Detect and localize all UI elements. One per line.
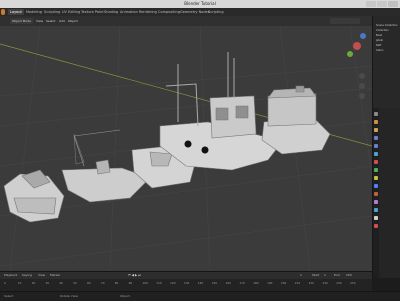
frame-tick-label: 210: [294, 281, 301, 285]
window-title-bar: Blender Tutorial: [0, 0, 400, 8]
end-frame-field[interactable]: 250: [346, 272, 352, 279]
properties-tab-icon[interactable]: [374, 128, 378, 132]
workspace-tabs-bar: Layout Modeling Sculpting UV Editing Tex…: [0, 8, 400, 16]
frame-ruler[interactable]: 0 10 20 30 40 50 60 70 80 90 100 110 120 130 140 150 160…: [0, 280, 372, 286]
outliner-item[interactable]: Raft: [376, 44, 381, 48]
properties-tab-icon[interactable]: [374, 200, 378, 204]
maximize-button[interactable]: [377, 1, 387, 7]
view-menu-timeline[interactable]: View: [38, 272, 45, 279]
viewport-shading-buttons[interactable]: [330, 18, 360, 24]
viewport-3d[interactable]: [0, 26, 372, 271]
tab-scripting[interactable]: Scripting: [206, 9, 226, 15]
start-label: Start: [312, 273, 320, 277]
outliner-item[interactable]: Boat: [376, 34, 382, 38]
properties-tab-icon[interactable]: [374, 144, 378, 148]
cabin-boat-model[interactable]: [261, 85, 331, 155]
frame-tick-label: 100: [142, 281, 148, 285]
frame-tick-label: 20: [31, 281, 36, 285]
properties-tab-icon[interactable]: [374, 112, 378, 116]
outliner-item[interactable]: Collection: [376, 29, 389, 33]
properties-tab-icon[interactable]: [374, 160, 378, 164]
properties-tab-icon[interactable]: [374, 224, 378, 228]
frame-tick-label: 180: [253, 281, 259, 285]
frame-tick-label: 40: [59, 281, 63, 285]
end-label: End: [334, 273, 340, 277]
frame-tick-label: 230: [322, 281, 328, 285]
frame-tick-label: 130: [184, 281, 190, 285]
frame-tick-label: 160: [225, 281, 231, 285]
fishing-boat-model[interactable]: [159, 52, 283, 171]
properties-tab-icon[interactable]: [374, 192, 378, 196]
frame-tick-label: 120: [170, 281, 176, 285]
properties-tab-icon[interactable]: [374, 184, 378, 188]
tab-layout[interactable]: Layout: [8, 9, 24, 15]
playback-menu[interactable]: Playback: [4, 272, 17, 279]
select-menu[interactable]: Select: [44, 18, 57, 24]
properties-tab-icon[interactable]: [374, 208, 378, 212]
frame-tick-label: 250: [350, 281, 356, 285]
object-menu[interactable]: Object: [66, 18, 80, 24]
properties-tab-icon[interactable]: [374, 120, 378, 124]
object-mode-dropdown[interactable]: Object Mode: [10, 18, 33, 24]
frame-tick-label: 140: [197, 281, 204, 285]
frame-tick-label: 220: [308, 281, 314, 285]
frame-tick-label: 190: [267, 281, 273, 285]
viewport-scene: [0, 26, 372, 271]
window-title: Blender Tutorial: [184, 1, 216, 6]
frame-tick-label: 70: [100, 281, 105, 285]
outliner-panel: Scene Collection Collection Boat Jetski …: [372, 16, 400, 108]
frame-tick-label: 150: [211, 281, 218, 285]
close-button[interactable]: [388, 1, 398, 7]
keying-menu[interactable]: Keying: [22, 272, 32, 279]
play-controls[interactable]: ⏮ ◀ ▶ ⏭: [128, 272, 141, 279]
properties-tab-icon[interactable]: [374, 216, 378, 220]
properties-tabs: [373, 108, 379, 278]
properties-panel: [372, 108, 400, 278]
outliner-item[interactable]: Jetski: [376, 39, 383, 43]
blender-logo-icon[interactable]: [1, 9, 5, 15]
outliner-item[interactable]: Scene Collection: [376, 24, 398, 28]
properties-tab-icon[interactable]: [374, 176, 378, 180]
frame-tick-label: 110: [156, 281, 162, 285]
frame-tick-label: 0: [4, 281, 6, 285]
minimize-button[interactable]: [366, 1, 376, 7]
start-frame-field[interactable]: 1: [324, 272, 326, 279]
frame-tick-label: 10: [17, 281, 22, 285]
frame-tick-label: 200: [280, 281, 287, 285]
frame-tick-label: 60: [87, 281, 91, 285]
current-frame-field[interactable]: 1: [300, 272, 302, 279]
frame-tick-label: 30: [45, 281, 50, 285]
frame-tick-label: 240: [336, 281, 342, 285]
frame-tick-label: 170: [239, 281, 245, 285]
frame-tick-label: 90: [128, 281, 133, 285]
properties-tab-icon[interactable]: [374, 168, 378, 172]
timeline-editor: Playback Keying View Marker ⏮ ◀ ▶ ⏭ 1 St…: [0, 271, 372, 292]
frame-tick-label: 50: [73, 281, 77, 285]
properties-tab-icon[interactable]: [374, 136, 378, 140]
viewport-header: Object Mode View Select Add Object: [0, 16, 372, 26]
outliner-item[interactable]: Cabin: [376, 49, 383, 53]
frame-tick-label: 80: [114, 281, 119, 285]
timeline-header: Playback Keying View Marker ⏮ ◀ ▶ ⏭ 1 St…: [0, 272, 372, 279]
tab-modeling[interactable]: Modeling: [24, 9, 44, 15]
marker-menu[interactable]: Marker: [50, 272, 60, 279]
properties-tab-icon[interactable]: [374, 152, 378, 156]
